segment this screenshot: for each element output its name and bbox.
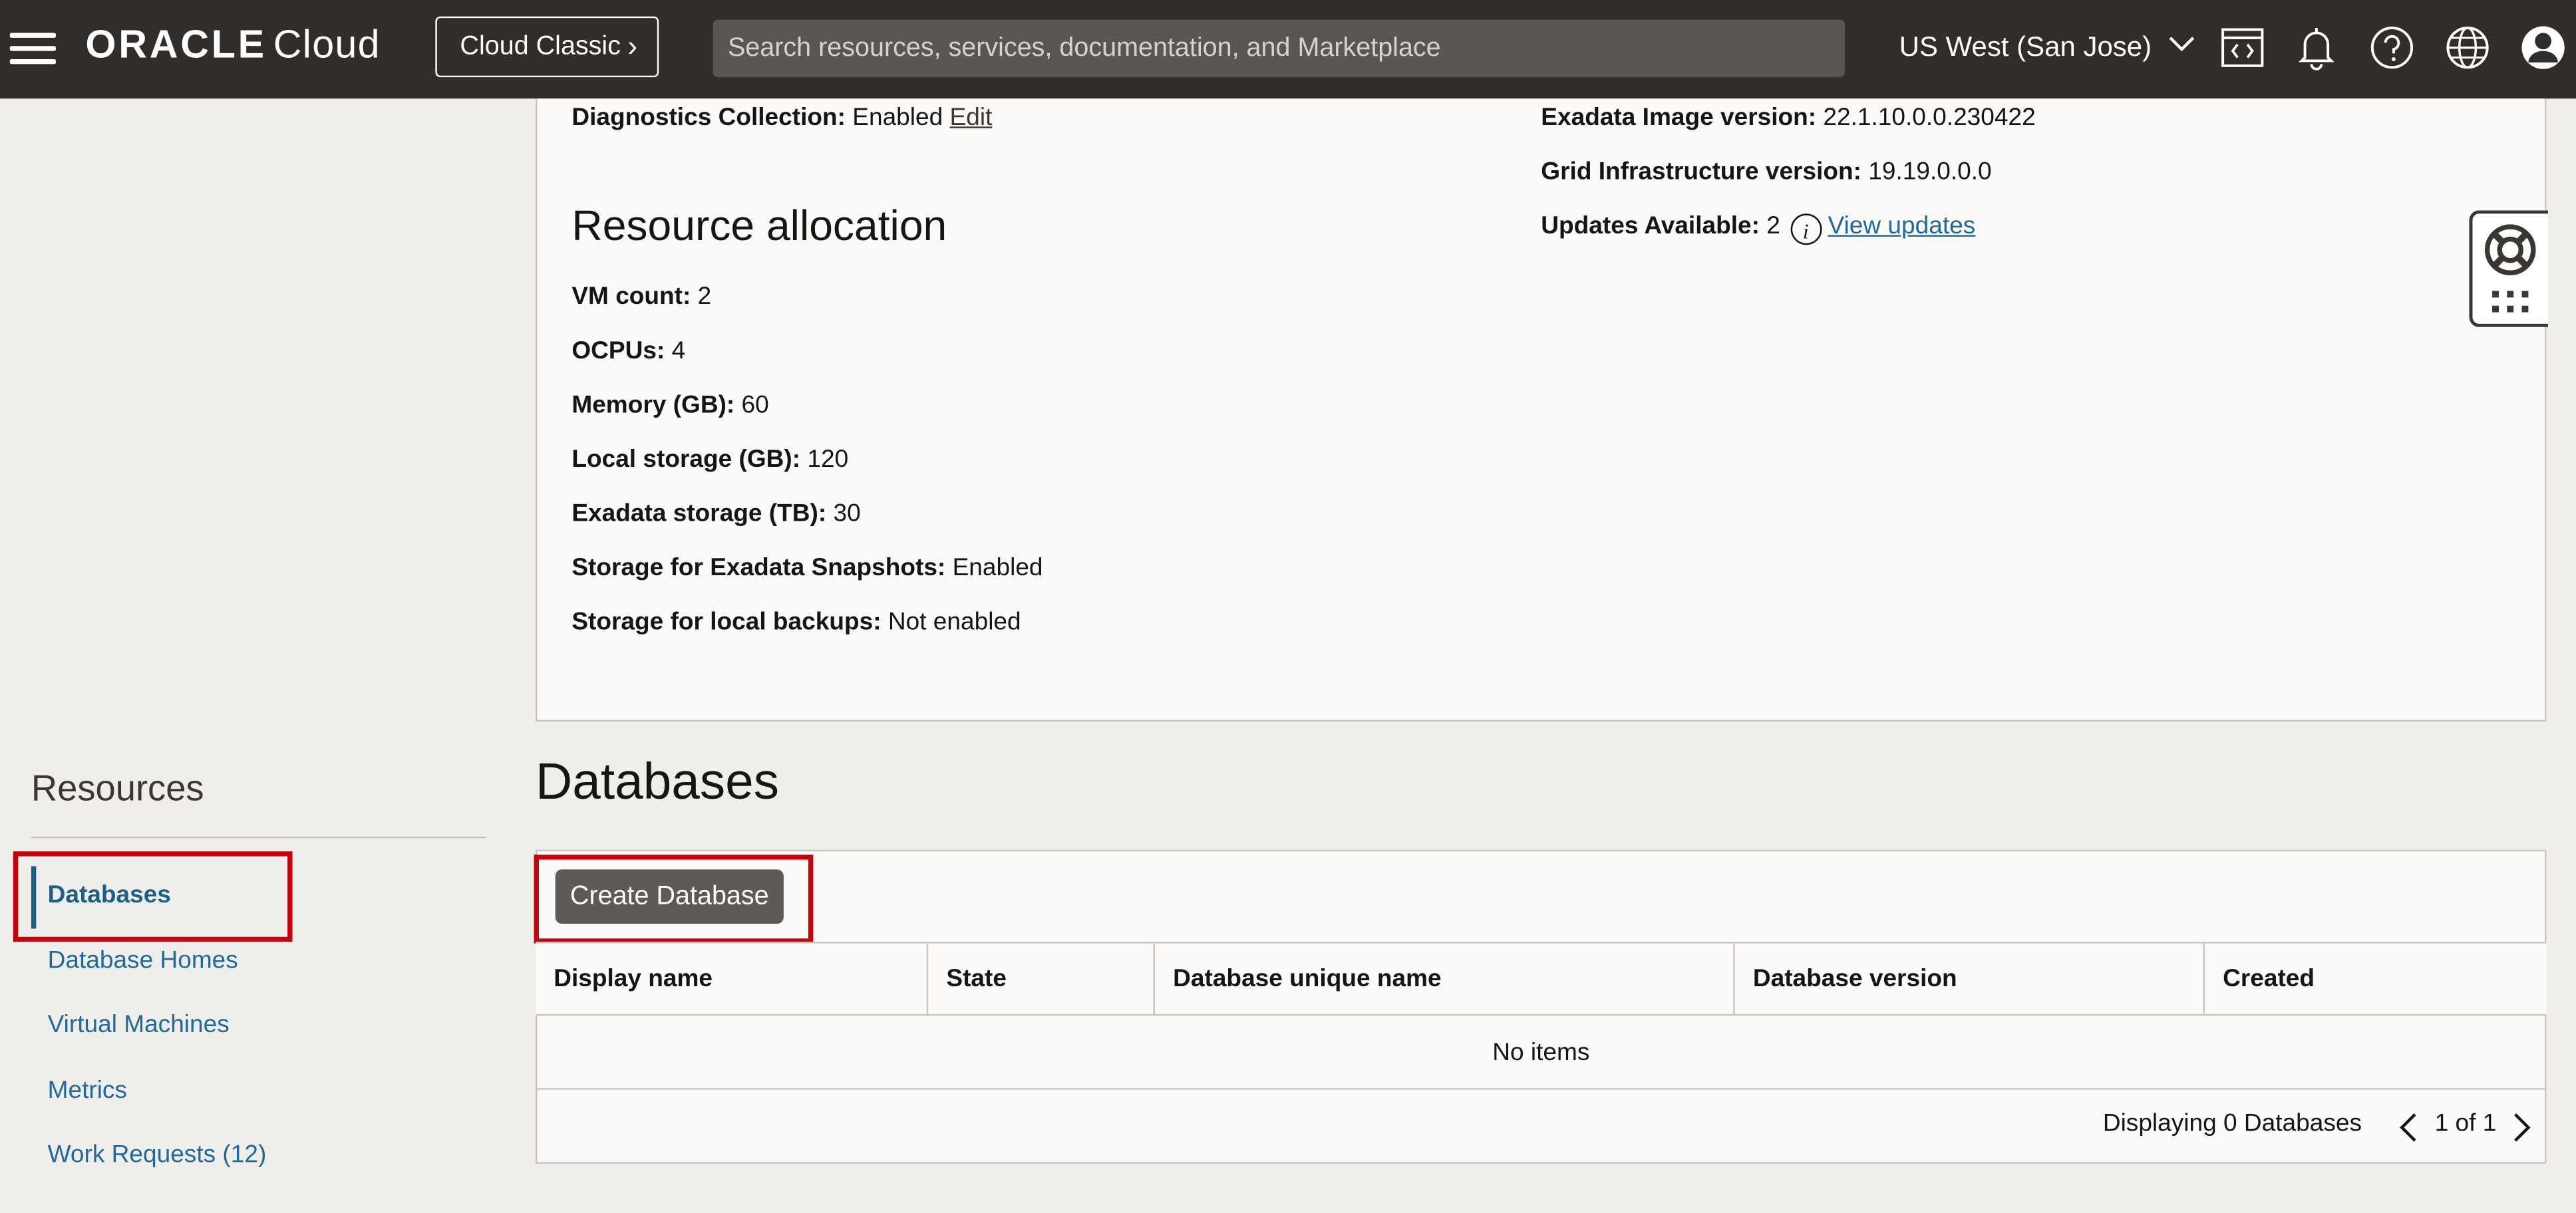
updates-available-field: Updates Available: 2 i View updates [1541,212,1975,245]
diagnostics-value: Enabled [852,103,943,132]
field-value: 120 [807,445,849,473]
user-profile-icon[interactable] [2519,23,2568,72]
column-display-name[interactable]: Display name [536,944,927,1016]
local-backups-storage-field: Storage for local backups: Not enabled [571,608,1021,636]
empty-table-message: No items [536,1015,2547,1090]
lifebuoy-icon[interactable] [2482,222,2538,278]
display-count: Displaying 0 Databases [2102,1109,2362,1138]
field-label: Storage for Exadata Snapshots: [571,553,946,582]
next-page-icon[interactable] [2512,1113,2532,1142]
databases-heading: Databases [536,752,780,811]
image-version-label: Exadata Image version: [1541,103,1817,132]
language-globe-icon[interactable] [2443,23,2492,72]
local-storage-field: Local storage (GB): 120 [571,446,848,473]
field-label: Storage for local backups: [571,608,882,636]
apps-grid-icon[interactable] [2491,289,2530,316]
field-label: OCPUs: [571,337,665,365]
updates-value: 2 [1766,211,1780,240]
region-selector[interactable]: US West (San Jose) [1899,31,2196,64]
sidebar-item-database-homes[interactable]: Database Homes [48,947,238,975]
resources-divider [31,836,486,839]
column-created[interactable]: Created [2203,943,2545,1016]
grid-version-label: Grid Infrastructure version: [1541,158,1861,186]
info-icon[interactable]: i [1790,213,1822,245]
oracle-cloud-logo[interactable]: ORACLE Cloud [85,23,380,69]
column-database-version[interactable]: Database version [1733,943,2203,1016]
updates-label: Updates Available: [1541,211,1760,240]
chevron-down-icon [2170,37,2195,52]
resources-heading: Resources [31,767,204,809]
ocpus-field: OCPUs: 4 [571,337,685,365]
column-database-unique-name[interactable]: Database unique name [1153,943,1734,1016]
field-label: VM count: [571,283,691,311]
grid-version-value: 19.19.0.0.0 [1868,158,1992,186]
exadata-storage-field: Exadata storage (TB): 30 [571,499,860,527]
region-label: US West (San Jose) [1899,31,2152,63]
field-value: 4 [671,337,686,365]
field-label: Memory (GB): [571,391,735,420]
diagnostics-label: Diagnostics Collection: [571,103,846,132]
resource-allocation-heading: Resource allocation [571,200,947,250]
grid-infrastructure-version-field: Grid Infrastructure version: 19.19.0.0.0 [1541,158,1991,186]
column-state[interactable]: State [926,943,1154,1016]
field-value: Enabled [952,553,1043,582]
field-label: Exadata storage (TB): [571,499,827,528]
field-value: Not enabled [887,608,1021,636]
developer-tools-icon[interactable] [2218,23,2267,72]
vm-count-field: VM count: 2 [571,283,711,311]
notifications-bell-icon[interactable] [2292,23,2341,72]
help-widget[interactable] [2469,210,2549,327]
view-updates-link[interactable]: View updates [1828,212,1976,240]
page-info: 1 of 1 [2434,1109,2497,1138]
logo-product: Cloud [273,23,381,68]
cloud-classic-button[interactable]: Cloud Classic › [435,16,659,78]
highlight-create-database [534,855,814,944]
previous-page-icon[interactable] [2398,1113,2418,1142]
diagnostics-edit-link[interactable]: Edit [950,104,993,132]
exadata-snapshots-storage-field: Storage for Exadata Snapshots: Enabled [571,554,1043,582]
field-value: 2 [697,283,712,311]
sidebar-item-work-requests[interactable]: Work Requests (12) [48,1141,267,1168]
top-navigation-bar: ORACLECloud Cloud Classic › US West (San… [0,0,2576,99]
search-input[interactable] [713,19,1846,78]
cloud-classic-label: Cloud Classic [460,33,621,61]
logo-brand: ORACLE [85,23,267,68]
image-version-value: 22.1.10.0.0.230422 [1823,103,2036,132]
diagnostics-collection-field: Diagnostics Collection: Enabled Edit [571,104,992,132]
field-value: 60 [741,391,769,420]
exadata-image-version-field: Exadata Image version: 22.1.10.0.0.23042… [1541,104,2035,132]
field-value: 30 [833,499,861,528]
highlight-databases [13,851,293,942]
sidebar-item-metrics[interactable]: Metrics [48,1077,127,1105]
table-header: Display name State Database unique name … [536,942,2547,1016]
chevron-right-icon: › [627,29,638,63]
console-page: ORACLECloud Cloud Classic › US West (San… [0,0,2576,1213]
help-icon[interactable] [2367,23,2416,72]
sidebar-item-virtual-machines[interactable]: Virtual Machines [48,1011,230,1039]
memory-field: Memory (GB): 60 [571,391,768,419]
hamburger-menu-icon[interactable] [9,28,56,67]
field-label: Local storage (GB): [571,445,801,473]
